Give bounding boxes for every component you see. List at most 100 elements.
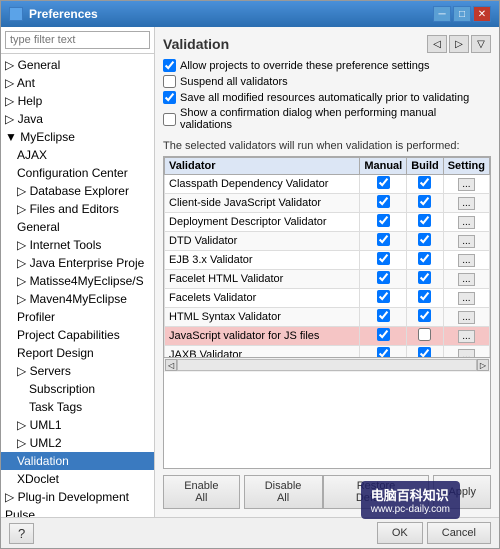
enable-all-button[interactable]: Enable All: [163, 475, 240, 509]
validator-setting-button[interactable]: ...: [458, 178, 474, 191]
nav-forward-button[interactable]: ▷: [449, 35, 469, 53]
validator-setting-cell[interactable]: ...: [443, 213, 489, 232]
validator-setting-cell[interactable]: ...: [443, 175, 489, 194]
validator-build-cell[interactable]: [407, 346, 444, 358]
validator-build-cell[interactable]: [407, 289, 444, 308]
validator-manual-cell[interactable]: [360, 194, 407, 213]
scroll-left-button[interactable]: ◁: [165, 359, 177, 371]
validator-manual-cell[interactable]: [360, 270, 407, 289]
maximize-button[interactable]: □: [453, 6, 471, 22]
validator-manual-cell[interactable]: [360, 289, 407, 308]
checkbox-suspend[interactable]: [163, 75, 176, 88]
validator-setting-cell[interactable]: ...: [443, 194, 489, 213]
sidebar-item-xdoclet[interactable]: XDoclet: [1, 470, 154, 488]
validator-setting-cell[interactable]: ...: [443, 270, 489, 289]
validator-build-cell[interactable]: [407, 175, 444, 194]
validator-build-cell[interactable]: [407, 232, 444, 251]
sidebar-item-java-enterprise[interactable]: ▷ Java Enterprise Proje: [1, 254, 154, 272]
search-input[interactable]: [5, 31, 150, 49]
validator-build-cell[interactable]: [407, 251, 444, 270]
sidebar-item-uml1[interactable]: ▷ UML1: [1, 416, 154, 434]
validator-setting-cell[interactable]: ...: [443, 232, 489, 251]
sidebar-item-validation[interactable]: Validation: [1, 452, 154, 470]
close-button[interactable]: ✕: [473, 6, 491, 22]
validator-build-cell[interactable]: [407, 327, 444, 346]
sidebar-item-db-explorer[interactable]: ▷ Database Explorer: [1, 182, 154, 200]
validator-setting-button[interactable]: ...: [458, 235, 474, 248]
sidebar-item-general2[interactable]: General: [1, 218, 154, 236]
table-row[interactable]: DTD Validator...: [165, 232, 490, 251]
validator-manual-cell[interactable]: [360, 308, 407, 327]
validator-build-cell[interactable]: [407, 308, 444, 327]
sidebar-item-profiler[interactable]: Profiler: [1, 308, 154, 326]
table-row[interactable]: Facelet HTML Validator...: [165, 270, 490, 289]
validator-setting-cell[interactable]: ...: [443, 251, 489, 270]
help-button[interactable]: ?: [9, 523, 34, 544]
ok-button[interactable]: OK: [377, 522, 423, 544]
validator-build-cell[interactable]: [407, 270, 444, 289]
validator-setting-button[interactable]: ...: [458, 330, 474, 343]
validator-setting-button[interactable]: ...: [458, 216, 474, 229]
restore-defaults-button[interactable]: Restore Defaults: [323, 475, 430, 509]
table-row[interactable]: EJB 3.x Validator...: [165, 251, 490, 270]
table-row[interactable]: Classpath Dependency Validator...: [165, 175, 490, 194]
table-row[interactable]: HTML Syntax Validator...: [165, 308, 490, 327]
validator-setting-button[interactable]: ...: [458, 254, 474, 267]
table-row[interactable]: Facelets Validator...: [165, 289, 490, 308]
sidebar-item-help[interactable]: ▷ Help: [1, 92, 154, 110]
sidebar-item-java[interactable]: ▷ Java: [1, 110, 154, 128]
sidebar-item-project-capabilities[interactable]: Project Capabilities: [1, 326, 154, 344]
checkbox-save-all[interactable]: [163, 91, 176, 104]
sidebar-item-task-tags[interactable]: Task Tags: [1, 398, 154, 416]
cancel-button[interactable]: Cancel: [427, 522, 491, 544]
validator-setting-button[interactable]: ...: [458, 292, 474, 305]
sidebar-item-config-center[interactable]: Configuration Center: [1, 164, 154, 182]
validator-setting-button[interactable]: ...: [458, 273, 474, 286]
validator-manual-cell[interactable]: [360, 251, 407, 270]
nav-down-button[interactable]: ▽: [471, 35, 491, 53]
scroll-right-button[interactable]: ▷: [477, 359, 489, 371]
validator-name-cell: Facelet HTML Validator: [165, 270, 360, 289]
validator-name-cell: DTD Validator: [165, 232, 360, 251]
sidebar-item-subscription[interactable]: Subscription: [1, 380, 154, 398]
validator-build-cell[interactable]: [407, 194, 444, 213]
table-row[interactable]: JAXB Validator...: [165, 346, 490, 358]
disable-all-button[interactable]: Disable All: [244, 475, 323, 509]
sidebar-item-plugin-dev[interactable]: ▷ Plug-in Development: [1, 488, 154, 506]
table-row[interactable]: JavaScript validator for JS files...: [165, 327, 490, 346]
validator-setting-button[interactable]: ...: [458, 197, 474, 210]
validator-setting-cell[interactable]: ...: [443, 327, 489, 346]
sidebar-item-maven[interactable]: ▷ Maven4MyEclipse: [1, 290, 154, 308]
sidebar-item-ant[interactable]: ▷ Ant: [1, 74, 154, 92]
horizontal-scrollbar[interactable]: [177, 359, 477, 371]
sidebar-item-myeclipse[interactable]: ▼ MyEclipse: [1, 128, 154, 146]
sidebar-item-general[interactable]: ▷ General: [1, 56, 154, 74]
nav-back-button[interactable]: ◁: [427, 35, 447, 53]
apply-button[interactable]: Apply: [433, 475, 491, 509]
checkbox-allow-projects[interactable]: [163, 59, 176, 72]
validator-manual-cell[interactable]: [360, 213, 407, 232]
sidebar-item-uml2[interactable]: ▷ UML2: [1, 434, 154, 452]
validator-setting-cell[interactable]: ...: [443, 308, 489, 327]
validator-manual-cell[interactable]: [360, 232, 407, 251]
table-row[interactable]: Client-side JavaScript Validator...: [165, 194, 490, 213]
sidebar-item-pulse[interactable]: Pulse: [1, 506, 154, 517]
minimize-button[interactable]: ─: [433, 6, 451, 22]
validator-setting-cell[interactable]: ...: [443, 346, 489, 358]
sidebar-item-report-design[interactable]: Report Design: [1, 344, 154, 362]
checkbox-confirm-dialog[interactable]: [163, 113, 176, 126]
validator-setting-button[interactable]: ...: [458, 349, 474, 358]
sidebar-item-matisse[interactable]: ▷ Matisse4MyEclipse/S: [1, 272, 154, 290]
table-scroll[interactable]: Validator Manual Build Setting Classpath…: [164, 157, 490, 357]
validator-manual-cell[interactable]: [360, 346, 407, 358]
sidebar-item-internet-tools[interactable]: ▷ Internet Tools: [1, 236, 154, 254]
validator-build-cell[interactable]: [407, 213, 444, 232]
table-row[interactable]: Deployment Descriptor Validator...: [165, 213, 490, 232]
validator-setting-button[interactable]: ...: [458, 311, 474, 324]
validator-manual-cell[interactable]: [360, 175, 407, 194]
sidebar-item-ajax[interactable]: AJAX: [1, 146, 154, 164]
sidebar-item-files-editors[interactable]: ▷ Files and Editors: [1, 200, 154, 218]
validator-manual-cell[interactable]: [360, 327, 407, 346]
sidebar-item-servers[interactable]: ▷ Servers: [1, 362, 154, 380]
validator-setting-cell[interactable]: ...: [443, 289, 489, 308]
